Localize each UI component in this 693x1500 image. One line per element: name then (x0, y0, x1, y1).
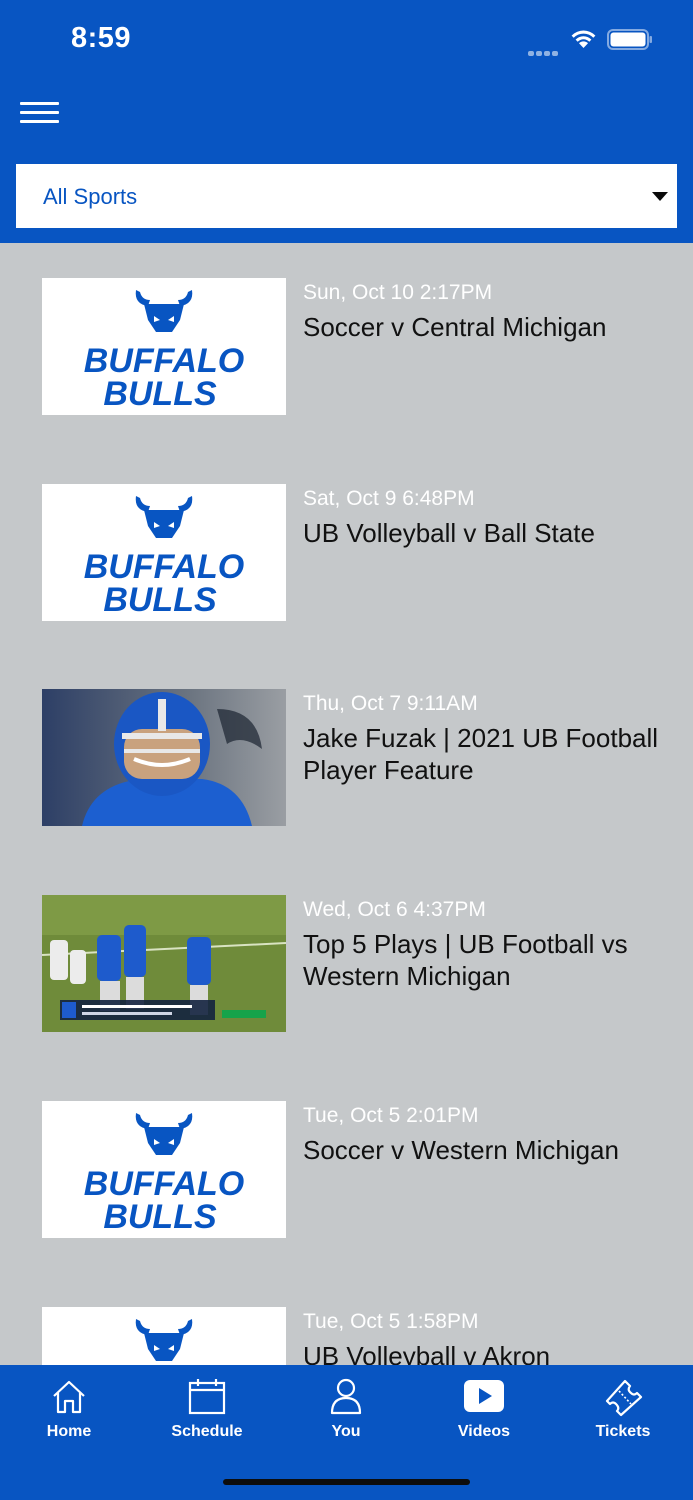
football-game-thumbnail (42, 895, 286, 1032)
calendar-icon (188, 1379, 226, 1415)
status-time: 8:59 (71, 22, 132, 54)
tab-home[interactable]: Home (0, 1365, 138, 1455)
buffalo-bulls-logo: BUFFALOBULLS (42, 278, 286, 415)
video-date: Sat, Oct 9 6:48PM (303, 487, 475, 510)
tab-tickets[interactable]: Tickets (554, 1365, 692, 1455)
home-indicator (223, 1479, 470, 1485)
battery-icon (607, 29, 652, 50)
wifi-icon (571, 30, 596, 48)
tab-label: Videos (457, 1423, 511, 1440)
cellular-signal-icon (528, 43, 562, 56)
buffalo-bulls-logo: BUFFALOBULLS (42, 1101, 286, 1238)
video-date: Tue, Oct 5 1:58PM (303, 1310, 479, 1333)
video-title: UB Volleyball v Ball State (303, 518, 595, 548)
video-date: Wed, Oct 6 4:37PM (303, 898, 486, 921)
video-date: Thu, Oct 7 9:11AM (303, 692, 478, 715)
video-title: Top 5 Plays | UB Football vs Western Mic… (303, 929, 628, 991)
video-date: Sun, Oct 10 2:17PM (303, 281, 493, 304)
svg-text:BULLS: BULLS (103, 375, 217, 413)
video-list-item[interactable]: BUFFALO BULLS Sat, Oct 9 6:48PM UB Volley… (0, 484, 693, 644)
video-title: Soccer v Central Michigan (303, 312, 607, 342)
video-title: Jake Fuzak | 2021 UB Football Player Fea… (303, 723, 659, 785)
sport-filter-select[interactable]: All Sports (16, 164, 677, 228)
tab-you[interactable]: You (277, 1365, 415, 1455)
play-icon (464, 1380, 504, 1412)
svg-text:BULLS: BULLS (103, 1198, 217, 1236)
buffalo-bulls-logo: BUFFALOBULLS (42, 484, 286, 621)
tab-label: Home (46, 1423, 92, 1440)
tab-label: You (331, 1423, 361, 1440)
svg-text:BULLS: BULLS (103, 581, 217, 619)
menu-icon[interactable] (20, 100, 60, 126)
sport-filter-value: All Sports (43, 184, 138, 209)
video-title: UB Volleyball v Akron (303, 1341, 551, 1365)
video-list[interactable]: BUFFALO BULLS Sun, Oct 10 2:17PM Soccer v… (0, 243, 693, 1365)
tab-videos[interactable]: Videos (415, 1365, 553, 1455)
buffalo-bulls-logo: BUFFALOBULLS (42, 1307, 286, 1365)
ticket-icon (605, 1379, 643, 1417)
caret-down-icon (652, 192, 668, 201)
tab-label: Schedule (171, 1423, 243, 1440)
person-icon (330, 1378, 362, 1415)
video-list-item[interactable]: Wed, Oct 6 4:37PM Top 5 Plays | UB Footb… (0, 895, 693, 1055)
video-title: Soccer v Western Michigan (303, 1135, 619, 1165)
tab-schedule[interactable]: Schedule (138, 1365, 276, 1455)
tab-label: Tickets (595, 1423, 651, 1440)
football-player-thumbnail (42, 689, 286, 826)
video-list-item[interactable]: Thu, Oct 7 9:11AM Jake Fuzak | 2021 UB F… (0, 689, 693, 849)
video-list-item[interactable]: BUFFALOBULLS Tue, Oct 5 1:58PM UB Volley… (0, 1307, 693, 1365)
video-date: Tue, Oct 5 2:01PM (303, 1104, 479, 1127)
video-list-item[interactable]: BUFFALO BULLS Tue, Oct 5 2:01PM Soccer v … (0, 1101, 693, 1261)
app-header: 8:59 All Sports (0, 0, 693, 243)
house-icon (53, 1380, 85, 1414)
video-list-item[interactable]: BUFFALO BULLS Sun, Oct 10 2:17PM Soccer v… (0, 278, 693, 438)
